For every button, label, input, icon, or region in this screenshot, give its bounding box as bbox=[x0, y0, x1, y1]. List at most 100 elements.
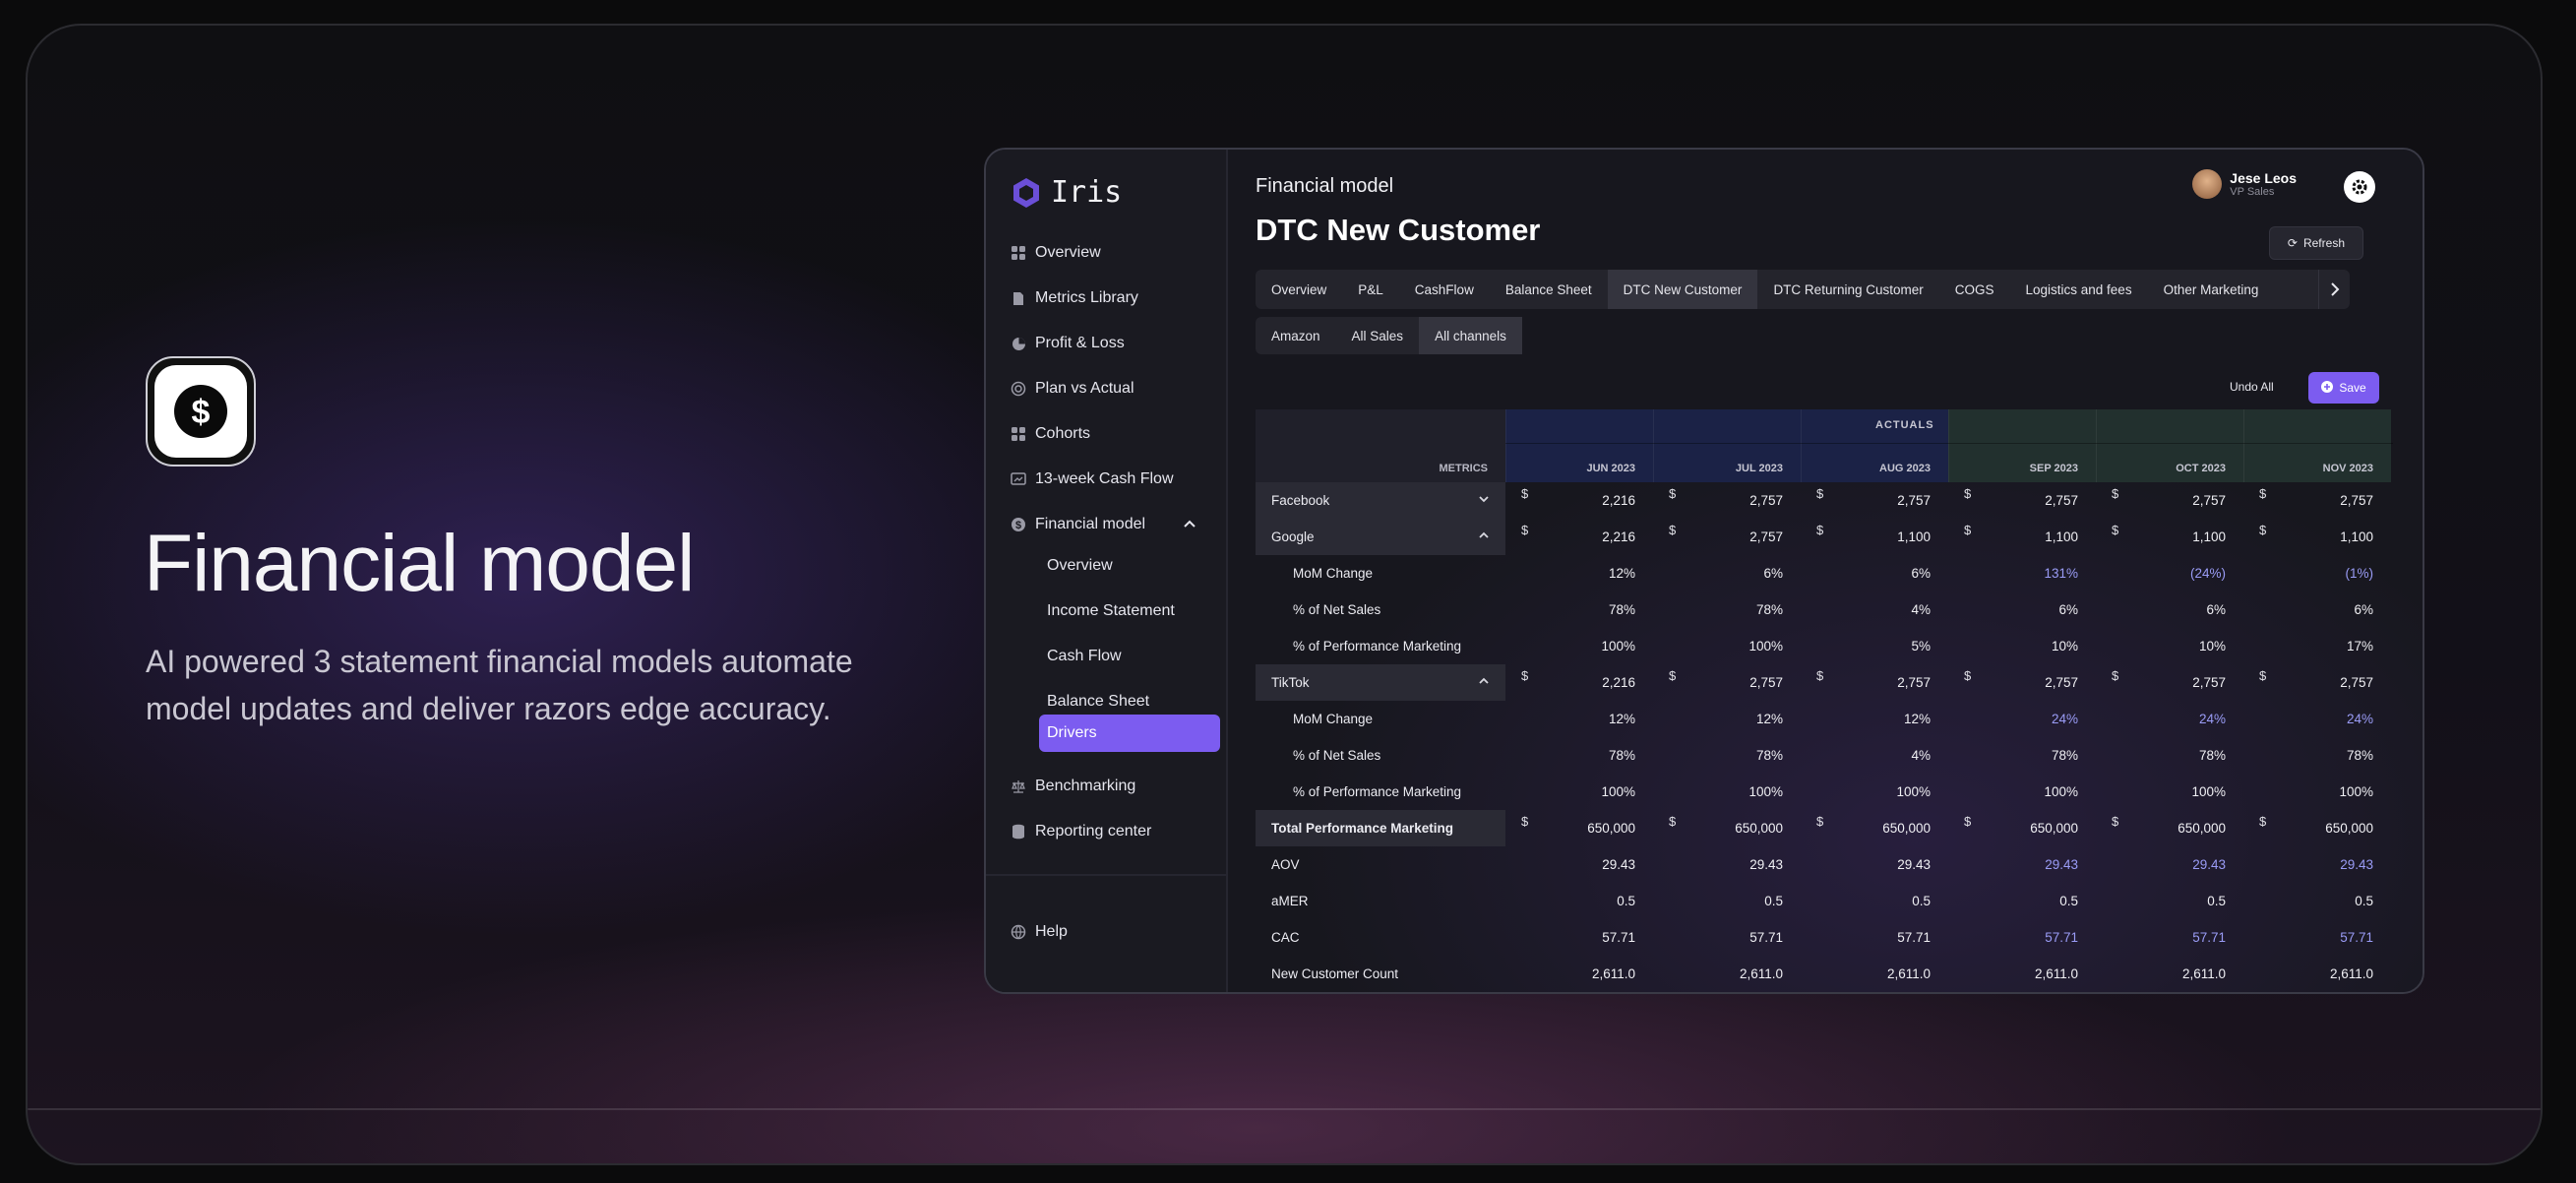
table-cell[interactable]: 0.5 bbox=[2243, 883, 2391, 919]
sidebar-item-13-week-cash-flow[interactable]: 13-week Cash Flow bbox=[1010, 465, 1174, 494]
table-cell[interactable]: 57.71 bbox=[1948, 919, 2096, 956]
table-cell[interactable]: 78% bbox=[2243, 737, 2391, 774]
table-cell[interactable]: 2,611.0 bbox=[1505, 956, 1653, 992]
sidebar-item-benchmarking[interactable]: Benchmarking bbox=[1010, 772, 1135, 801]
subtab-all-channels[interactable]: All channels bbox=[1419, 317, 1522, 354]
table-cell[interactable]: 24% bbox=[2096, 701, 2243, 737]
table-cell[interactable]: 10% bbox=[2096, 628, 2243, 664]
table-cell[interactable]: $1,100 bbox=[1801, 519, 1948, 555]
table-cell[interactable]: 12% bbox=[1505, 701, 1653, 737]
sidebar-item-help[interactable]: Help bbox=[1010, 917, 1068, 947]
table-cell[interactable]: $650,000 bbox=[2096, 810, 2243, 846]
table-cell[interactable]: 2,611.0 bbox=[1948, 956, 2096, 992]
chevron-down-icon[interactable] bbox=[1478, 493, 1490, 508]
table-cell[interactable]: 100% bbox=[1505, 628, 1653, 664]
save-button[interactable]: Save bbox=[2308, 372, 2379, 404]
table-cell[interactable]: 12% bbox=[1505, 555, 1653, 592]
sidebar-subitem-income-statement[interactable]: Income Statement bbox=[1047, 596, 1175, 626]
table-cell[interactable]: 57.71 bbox=[1653, 919, 1801, 956]
table-cell[interactable]: 78% bbox=[2096, 737, 2243, 774]
undo-all-button[interactable]: Undo All bbox=[2230, 380, 2274, 394]
table-cell[interactable]: 12% bbox=[1653, 701, 1801, 737]
tab-p-l[interactable]: P&L bbox=[1342, 270, 1399, 309]
sidebar-item-plan-vs-actual[interactable]: Plan vs Actual bbox=[1010, 374, 1135, 404]
table-cell[interactable]: 4% bbox=[1801, 737, 1948, 774]
table-cell[interactable]: 100% bbox=[1653, 774, 1801, 810]
tab-balance-sheet[interactable]: Balance Sheet bbox=[1490, 270, 1608, 309]
table-cell[interactable]: 6% bbox=[2096, 592, 2243, 628]
tab-cogs[interactable]: COGS bbox=[1939, 270, 2010, 309]
table-cell[interactable]: 12% bbox=[1801, 701, 1948, 737]
sidebar-item-financial-model[interactable]: $ Financial model bbox=[1010, 510, 1196, 539]
tab-other-marketing[interactable]: Other Marketing bbox=[2148, 270, 2275, 309]
table-cell[interactable]: $650,000 bbox=[1948, 810, 2096, 846]
table-cell[interactable]: 100% bbox=[1653, 628, 1801, 664]
table-cell[interactable]: (24%) bbox=[2096, 555, 2243, 592]
tab-dtc-new-customer[interactable]: DTC New Customer bbox=[1607, 270, 1758, 309]
table-cell[interactable]: 4% bbox=[1801, 592, 1948, 628]
sidebar-item-profit-loss[interactable]: Profit & Loss bbox=[1010, 329, 1125, 358]
table-cell[interactable]: $2,757 bbox=[1653, 664, 1801, 701]
table-cell[interactable]: 100% bbox=[1505, 774, 1653, 810]
table-cell[interactable]: 29.43 bbox=[2243, 846, 2391, 883]
table-cell[interactable]: $650,000 bbox=[1505, 810, 1653, 846]
table-cell[interactable]: $2,216 bbox=[1505, 519, 1653, 555]
table-cell[interactable]: $2,757 bbox=[1801, 664, 1948, 701]
row-label[interactable]: Facebook bbox=[1256, 482, 1505, 519]
table-cell[interactable]: 0.5 bbox=[1948, 883, 2096, 919]
table-cell[interactable]: 100% bbox=[1948, 774, 2096, 810]
user-profile[interactable]: Jese Leos VP Sales bbox=[2192, 169, 2297, 199]
table-cell[interactable]: 78% bbox=[1653, 737, 1801, 774]
table-cell[interactable]: $650,000 bbox=[2243, 810, 2391, 846]
table-cell[interactable]: 29.43 bbox=[1801, 846, 1948, 883]
table-cell[interactable]: $2,757 bbox=[1653, 482, 1801, 519]
chevron-up-icon[interactable] bbox=[1478, 529, 1490, 544]
sidebar-subitem-overview[interactable]: Overview bbox=[1047, 551, 1113, 581]
table-cell[interactable]: 6% bbox=[1801, 555, 1948, 592]
table-cell[interactable]: 100% bbox=[2243, 774, 2391, 810]
table-cell[interactable]: $2,757 bbox=[2243, 664, 2391, 701]
table-cell[interactable]: $2,757 bbox=[1948, 664, 2096, 701]
gear-icon[interactable] bbox=[2344, 171, 2375, 203]
table-cell[interactable]: $2,757 bbox=[2096, 664, 2243, 701]
table-cell[interactable]: $2,757 bbox=[1801, 482, 1948, 519]
table-cell[interactable]: 57.71 bbox=[1505, 919, 1653, 956]
subtab-all-sales[interactable]: All Sales bbox=[1336, 317, 1420, 354]
table-cell[interactable]: 0.5 bbox=[1505, 883, 1653, 919]
table-cell[interactable]: 29.43 bbox=[1948, 846, 2096, 883]
chevron-up-icon[interactable] bbox=[1183, 516, 1196, 533]
table-cell[interactable]: $1,100 bbox=[2243, 519, 2391, 555]
table-cell[interactable]: $2,216 bbox=[1505, 482, 1653, 519]
row-label[interactable]: TikTok bbox=[1256, 664, 1505, 701]
table-cell[interactable]: 24% bbox=[1948, 701, 2096, 737]
sidebar-item-cohorts[interactable]: Cohorts bbox=[1010, 419, 1090, 449]
table-cell[interactable]: 29.43 bbox=[2096, 846, 2243, 883]
table-cell[interactable]: $2,757 bbox=[1948, 482, 2096, 519]
table-cell[interactable]: 100% bbox=[2096, 774, 2243, 810]
table-cell[interactable]: 0.5 bbox=[1801, 883, 1948, 919]
table-cell[interactable]: 78% bbox=[1505, 592, 1653, 628]
table-cell[interactable]: 78% bbox=[1653, 592, 1801, 628]
sidebar-item-overview[interactable]: Overview bbox=[1010, 238, 1101, 268]
table-cell[interactable]: 2,611.0 bbox=[2096, 956, 2243, 992]
sidebar-item-reporting-center[interactable]: Reporting center bbox=[1010, 817, 1151, 846]
table-cell[interactable]: 29.43 bbox=[1653, 846, 1801, 883]
table-cell[interactable]: 78% bbox=[1948, 737, 2096, 774]
table-cell[interactable]: 17% bbox=[2243, 628, 2391, 664]
table-cell[interactable]: 6% bbox=[2243, 592, 2391, 628]
sidebar-subitem-cash-flow[interactable]: Cash Flow bbox=[1047, 642, 1122, 671]
table-cell[interactable]: 29.43 bbox=[1505, 846, 1653, 883]
table-cell[interactable]: $2,757 bbox=[2243, 482, 2391, 519]
table-cell[interactable]: 10% bbox=[1948, 628, 2096, 664]
table-cell[interactable]: (1%) bbox=[2243, 555, 2391, 592]
table-cell[interactable]: $650,000 bbox=[1653, 810, 1801, 846]
tab-overview[interactable]: Overview bbox=[1256, 270, 1342, 309]
row-label[interactable]: Google bbox=[1256, 519, 1505, 555]
table-cell[interactable]: 2,611.0 bbox=[1801, 956, 1948, 992]
tab-cashflow[interactable]: CashFlow bbox=[1399, 270, 1490, 309]
table-cell[interactable]: 2,611.0 bbox=[1653, 956, 1801, 992]
table-cell[interactable]: 6% bbox=[1948, 592, 2096, 628]
chevron-up-icon[interactable] bbox=[1478, 675, 1490, 690]
table-cell[interactable]: 57.71 bbox=[1801, 919, 1948, 956]
table-cell[interactable]: 6% bbox=[1653, 555, 1801, 592]
